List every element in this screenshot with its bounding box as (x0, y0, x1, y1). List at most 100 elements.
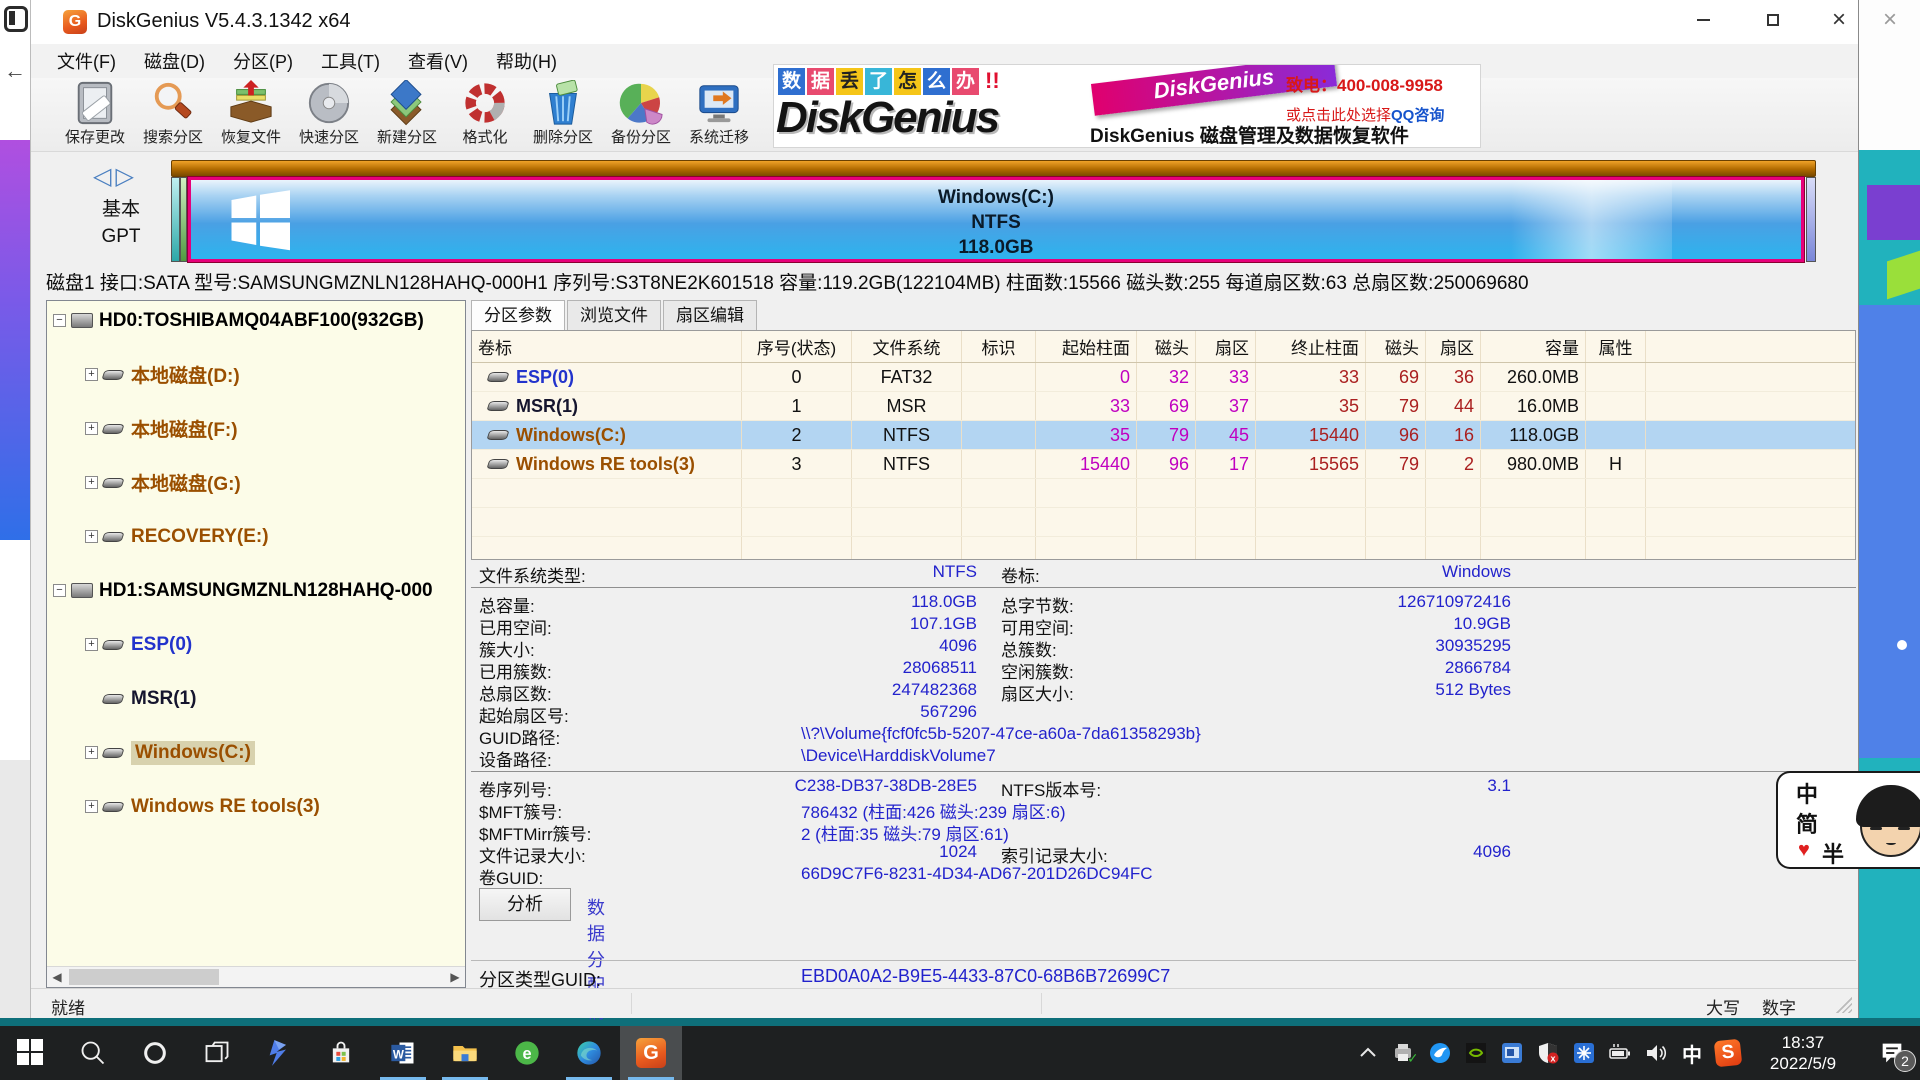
partition-sliver-re-tools[interactable] (1806, 177, 1816, 262)
floating-sticker-widget[interactable]: 中 简 半 ♥ (1776, 771, 1920, 869)
column-header[interactable]: 磁头 (1137, 331, 1196, 362)
window-title: DiskGenius V5.4.3.1342 x64 (97, 10, 351, 33)
toolbar-recover-button[interactable]: 恢复文件 (212, 80, 290, 150)
column-header[interactable]: 起始柱面 (1036, 331, 1137, 362)
taskbar-cortana-icon[interactable] (124, 1026, 186, 1080)
expand-icon[interactable]: + (85, 800, 98, 813)
column-header[interactable]: 文件系统 (852, 331, 962, 362)
tray-printer-icon[interactable]: ✓ (1386, 1026, 1422, 1080)
collapse-icon[interactable]: − (53, 314, 66, 327)
tray-bird-icon[interactable] (1422, 1026, 1458, 1080)
close-button[interactable]: × (1817, 0, 1861, 40)
table-row-msr-1-[interactable]: MSR(1)1MSR33693735794416.0MB (472, 392, 1855, 421)
tree-item-hd1-samsungmznln128hahq-000[interactable]: −HD1:SAMSUNGMZNLN128HAHQ-000 (47, 577, 465, 604)
tab-3[interactable]: 扇区编辑 (663, 300, 757, 330)
tree-item-windows-c-[interactable]: +Windows(C:) (47, 739, 465, 766)
cell-ec: 15565 (1256, 450, 1366, 478)
collapse-icon[interactable]: − (53, 584, 66, 597)
scroll-right-icon[interactable]: ▶ (445, 967, 465, 987)
ad-qq-link[interactable]: 或点击此处选择QQ咨询 (1286, 104, 1478, 125)
tray-snowflake-icon[interactable] (1566, 1026, 1602, 1080)
taskbar-store-icon[interactable] (310, 1026, 372, 1080)
toolbar-save-button[interactable]: 保存更改 (56, 80, 134, 150)
column-header[interactable]: 属性 (1586, 331, 1646, 362)
taskbar-tsearch-icon[interactable] (62, 1026, 124, 1080)
tree-item-recovery-e-[interactable]: +RECOVERY(E:) (47, 523, 465, 550)
screen: ← × G DiskGenius V5.4.3.1342 x64 × 文件(F)… (0, 0, 1920, 1080)
partition-windows-c[interactable]: Windows(C:) NTFS 118.0GB (188, 177, 1804, 262)
column-header[interactable]: 序号(状态) (742, 331, 852, 362)
column-header[interactable]: 卷标 (472, 331, 742, 362)
tree-item--d-[interactable]: +本地磁盘(D:) (47, 361, 465, 388)
partition-sliver-esp[interactable] (171, 177, 180, 262)
taskbar-swoosh-icon[interactable] (248, 1026, 310, 1080)
column-header[interactable]: 标识 (962, 331, 1036, 362)
column-header[interactable]: 容量 (1481, 331, 1586, 362)
toolbar-migrate-button[interactable]: 系统迁移 (680, 80, 758, 150)
taskbar-word-icon[interactable]: W (372, 1026, 434, 1080)
expand-icon[interactable]: + (85, 368, 98, 381)
tray-battery-icon[interactable] (1602, 1026, 1638, 1080)
taskbar: We G ✓ x 中S18:372022/5/92 (0, 1026, 1920, 1080)
column-header[interactable]: 终止柱面 (1256, 331, 1366, 362)
menu-item-3[interactable]: 分区(P) (219, 44, 307, 78)
tree-horizontal-scrollbar[interactable]: ◀ ▶ (47, 966, 465, 987)
partition-sliver-msr[interactable] (180, 177, 187, 262)
toolbar-backup-button[interactable]: 备份分区 (602, 80, 680, 150)
column-header[interactable]: 磁头 (1366, 331, 1426, 362)
divider (471, 771, 1856, 772)
menu-item-1[interactable]: 文件(F) (43, 44, 130, 78)
disk-nav-arrows[interactable]: ◁▷ (93, 162, 151, 192)
menu-item-6[interactable]: 帮助(H) (482, 44, 571, 78)
taskbar-edge-icon[interactable] (558, 1026, 620, 1080)
column-header[interactable]: 扇区 (1426, 331, 1481, 362)
tray-volume-icon[interactable] (1638, 1026, 1674, 1080)
taskbar-diskgenius-icon[interactable]: G (620, 1026, 682, 1080)
tree-item-hd0-toshibamq04abf100-932gb-[interactable]: −HD0:TOSHIBAMQ04ABF100(932GB) (47, 307, 465, 334)
toolbar-quick-button[interactable]: 快速分区 (290, 80, 368, 150)
ad-banner[interactable]: 数据丢了怎么办!! DiskGenius DiskGenius DiskGeni… (773, 64, 1481, 148)
taskbar-explorer-icon[interactable] (434, 1026, 496, 1080)
table-row-windows-re-tools-3-[interactable]: Windows RE tools(3)3NTFS1544096171556579… (472, 450, 1855, 479)
toolbar-search-button[interactable]: 搜索分区 (134, 80, 212, 150)
expand-icon[interactable]: + (85, 476, 98, 489)
scroll-left-icon[interactable]: ◀ (47, 967, 67, 987)
tray-nvidia-icon[interactable] (1458, 1026, 1494, 1080)
toolbar-format-button[interactable]: 格式化 (446, 80, 524, 150)
tray-defender-icon[interactable]: x (1530, 1026, 1566, 1080)
tray-ime-icon[interactable]: 中 (1674, 1026, 1710, 1080)
tree-item-windows-re-tools-3-[interactable]: +Windows RE tools(3) (47, 793, 465, 820)
menu-item-5[interactable]: 查看(V) (394, 44, 482, 78)
expand-icon[interactable]: + (85, 422, 98, 435)
toolbar-newpart-button[interactable]: 新建分区 (368, 80, 446, 150)
menu-item-4[interactable]: 工具(T) (307, 44, 394, 78)
table-row-windows-c-[interactable]: Windows(C:)2NTFS357945154409616118.0GB (472, 421, 1855, 450)
scrollbar-thumb[interactable] (69, 969, 219, 985)
analyze-button[interactable]: 分析 (479, 888, 571, 921)
tray-intel-icon[interactable] (1494, 1026, 1530, 1080)
tab-2[interactable]: 浏览文件 (567, 300, 661, 330)
notification-center-icon[interactable]: 2 (1864, 1026, 1920, 1080)
cell-seq: 2 (742, 421, 852, 449)
tray-chevup-icon[interactable] (1350, 1026, 1386, 1080)
tab-1[interactable]: 分区参数 (471, 300, 565, 331)
expand-icon[interactable]: + (85, 746, 98, 759)
maximize-button[interactable] (1751, 0, 1795, 40)
minimize-button[interactable] (1681, 0, 1725, 40)
taskbar-clock[interactable]: 18:372022/5/9 (1746, 1032, 1864, 1074)
table-row-esp-0-[interactable]: ESP(0)0FAT3203233336936260.0MB (472, 363, 1855, 392)
tree-item-msr-1-[interactable]: MSR(1) (47, 685, 465, 712)
taskbar-taskview-icon[interactable] (186, 1026, 248, 1080)
expand-icon[interactable]: + (85, 638, 98, 651)
taskbar-iegreen-icon[interactable]: e (496, 1026, 558, 1080)
expand-icon[interactable]: + (85, 530, 98, 543)
tree-item-esp-0-[interactable]: +ESP(0) (47, 631, 465, 658)
cell-cap: 260.0MB (1481, 363, 1586, 391)
tray-sogou-icon[interactable]: S (1710, 1026, 1746, 1080)
taskbar-start-icon[interactable] (0, 1026, 62, 1080)
tree-item--f-[interactable]: +本地磁盘(F:) (47, 415, 465, 442)
tree-item--g-[interactable]: +本地磁盘(G:) (47, 469, 465, 496)
column-header[interactable]: 扇区 (1196, 331, 1256, 362)
toolbar-delete-button[interactable]: 删除分区 (524, 80, 602, 150)
menu-item-2[interactable]: 磁盘(D) (130, 44, 219, 78)
